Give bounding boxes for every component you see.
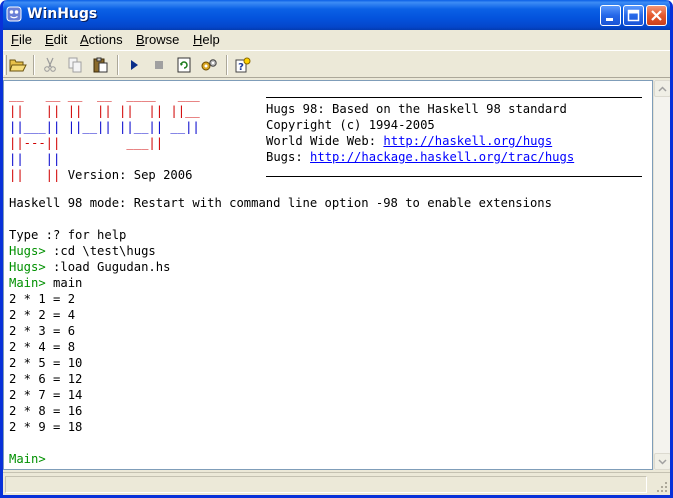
output-line: 2 * 2 = 4 xyxy=(9,308,76,322)
menu-bar: File Edit Actions Browse Help xyxy=(3,30,670,50)
menu-help[interactable]: Help xyxy=(193,32,220,47)
copy-icon xyxy=(68,57,82,73)
version-text: Version: Sep 2006 xyxy=(67,168,193,182)
minimize-icon xyxy=(606,18,613,21)
prompt: Main> xyxy=(9,276,46,290)
command-text: :load Gugudan.hs xyxy=(45,260,171,274)
bugs-line: Bugs: http://hackage.haskell.org/trac/hu… xyxy=(266,149,574,165)
output-line: 2 * 9 = 18 xyxy=(9,420,83,434)
prompt: Hugs> xyxy=(9,260,46,274)
title-bar[interactable]: WinHugs xyxy=(3,0,670,30)
bugs-link[interactable]: http://hackage.haskell.org/trac/hugs xyxy=(310,150,574,164)
vertical-scrollbar[interactable] xyxy=(653,80,670,470)
options-button[interactable] xyxy=(198,54,220,76)
info-line-2: Copyright (c) 1994-2005 xyxy=(266,118,435,132)
options-icon xyxy=(201,59,217,71)
scroll-down-icon xyxy=(658,458,667,465)
svg-text:?: ? xyxy=(238,62,244,73)
scroll-up-button[interactable] xyxy=(654,80,670,97)
prompt: Hugs> xyxy=(9,244,46,258)
help-icon: ? xyxy=(235,57,251,73)
menu-edit[interactable]: Edit xyxy=(45,32,67,47)
output-line: 2 * 7 = 14 xyxy=(9,388,83,402)
close-icon xyxy=(651,10,662,21)
info-line-1: Hugs 98: Based on the Haskell 98 standar… xyxy=(266,102,567,116)
command-text: :cd \test\hugs xyxy=(45,244,156,258)
output-line: 2 * 6 = 12 xyxy=(9,372,83,386)
open-button[interactable] xyxy=(7,54,29,76)
open-folder-icon xyxy=(9,59,27,72)
logo-line: || || xyxy=(9,152,61,166)
output-line: 2 * 8 = 16 xyxy=(9,404,83,418)
logo-line-prefix: || || xyxy=(9,168,68,182)
info-top-rule xyxy=(266,97,642,98)
toolbar: ? xyxy=(3,50,670,78)
reload-icon xyxy=(177,57,191,73)
menu-browse[interactable]: Browse xyxy=(136,32,179,47)
winhugs-app-icon xyxy=(6,6,22,22)
copy-button[interactable] xyxy=(64,54,86,76)
info-bottom-rule xyxy=(266,176,642,177)
maximize-button[interactable] xyxy=(623,5,644,26)
close-button[interactable] xyxy=(646,5,667,26)
output-line: 2 * 5 = 10 xyxy=(9,356,83,370)
help-button[interactable]: ? xyxy=(232,54,254,76)
output-line: 2 * 3 = 6 xyxy=(9,324,76,338)
stop-icon xyxy=(155,61,163,69)
scroll-up-icon xyxy=(658,85,667,92)
www-line: World Wide Web: http://haskell.org/hugs xyxy=(266,133,552,149)
resize-grip-icon[interactable] xyxy=(656,481,668,493)
output-line: 2 * 1 = 2 xyxy=(9,292,76,306)
minimize-button[interactable] xyxy=(600,5,621,26)
cut-button[interactable] xyxy=(39,54,61,76)
command-line: Hugs> :cd \test\hugs xyxy=(9,243,156,259)
status-bar xyxy=(3,472,670,495)
version-line: || || Version: Sep 2006 xyxy=(9,167,192,183)
menu-actions[interactable]: Actions xyxy=(80,32,123,47)
command-line: Hugs> :load Gugudan.hs xyxy=(9,259,170,275)
cut-icon xyxy=(44,57,56,72)
menu-file[interactable]: File xyxy=(11,32,32,47)
toolbar-separator xyxy=(33,55,35,75)
logo-line: ||---|| ___|| xyxy=(9,136,164,150)
toolbar-separator xyxy=(117,55,119,75)
window-title: WinHugs xyxy=(27,6,98,22)
www-label: World Wide Web: xyxy=(266,134,384,148)
mode-line: Haskell 98 mode: Restart with command li… xyxy=(9,196,552,210)
stop-button[interactable] xyxy=(148,54,170,76)
run-icon xyxy=(131,60,138,70)
output-line: 2 * 4 = 8 xyxy=(9,340,76,354)
toolbar-separator xyxy=(226,55,228,75)
www-link[interactable]: http://haskell.org/hugs xyxy=(383,134,552,148)
input-prompt[interactable]: Main> xyxy=(9,451,46,467)
maximize-icon xyxy=(627,9,640,22)
logo-line: __ __ __ __ ____ ___ xyxy=(9,88,200,102)
status-panel xyxy=(5,476,647,493)
paste-icon xyxy=(93,57,108,73)
paste-button[interactable] xyxy=(89,54,111,76)
reload-button[interactable] xyxy=(173,54,195,76)
winhugs-window: WinHugs File Edit Actions Browse Help ? … xyxy=(0,0,673,498)
help-line: Type :? for help xyxy=(9,228,127,242)
command-line: Main> main xyxy=(9,275,82,291)
scroll-down-button[interactable] xyxy=(654,453,670,470)
logo-line: || || || || || || ||__ xyxy=(9,104,200,118)
command-text: main xyxy=(45,276,83,290)
run-button[interactable] xyxy=(123,54,145,76)
bugs-label: Bugs: xyxy=(266,150,311,164)
console-output[interactable]: __ __ __ __ ____ ___ || || || || || || |… xyxy=(3,80,653,470)
logo-line: ||___|| ||__|| ||__|| __|| xyxy=(9,120,200,134)
